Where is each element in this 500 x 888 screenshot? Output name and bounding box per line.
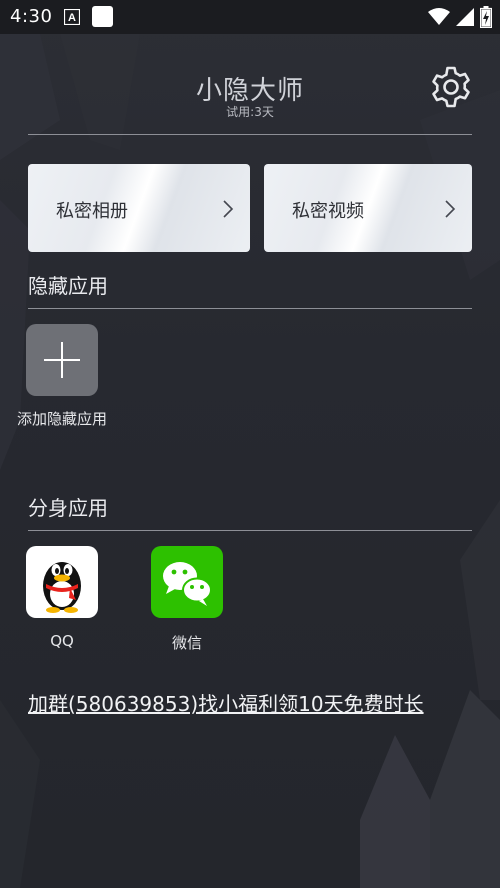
private-album-card[interactable]: 私密相册: [28, 164, 250, 252]
notification-a-icon: A: [64, 9, 80, 25]
clone-apps-title: 分身应用: [28, 496, 108, 520]
app-screen: 4:30 A 小隐大师 试用:3天 私密相册 私密视频 隐藏应用 添加隐藏应用 …: [0, 0, 500, 888]
app-title: 小隐大师: [195, 76, 304, 106]
status-icons: [428, 6, 492, 28]
private-video-card[interactable]: 私密视频: [264, 164, 472, 252]
wechat-icon: [163, 562, 212, 606]
status-time: 4:30: [10, 6, 53, 27]
status-bar: 4:30 A: [0, 0, 500, 34]
notification-square-icon: [92, 6, 113, 27]
join-group-promo-link[interactable]: 加群(580639853)找小福利领10天免费时长: [28, 688, 424, 717]
add-hidden-app-button[interactable]: [26, 324, 98, 396]
wifi-icon: [428, 8, 450, 25]
qq-penguin-icon: [43, 562, 81, 613]
private-video-label: 私密视频: [292, 201, 364, 222]
trial-remaining: 试用:3天: [226, 105, 274, 119]
qq-app-button[interactable]: [26, 546, 98, 618]
wechat-app-label: 微信: [171, 634, 202, 652]
hidden-apps-title: 隐藏应用: [28, 274, 108, 298]
gear-icon: [432, 66, 470, 108]
qq-app-label: QQ: [50, 632, 74, 650]
chevron-right-icon: [445, 200, 456, 218]
chevron-right-icon: [223, 200, 234, 218]
svg-text:A: A: [68, 12, 76, 24]
plus-icon: [44, 342, 80, 378]
settings-button[interactable]: [428, 64, 474, 110]
wechat-app-button[interactable]: [151, 546, 223, 618]
add-hidden-app-label: 添加隐藏应用: [16, 410, 107, 428]
signal-icon: [456, 8, 474, 26]
battery-charging-icon: [480, 6, 492, 28]
private-album-label: 私密相册: [56, 201, 128, 222]
clone-apps-divider: [28, 530, 472, 531]
header-divider: [28, 134, 472, 135]
hidden-apps-divider: [28, 308, 472, 309]
